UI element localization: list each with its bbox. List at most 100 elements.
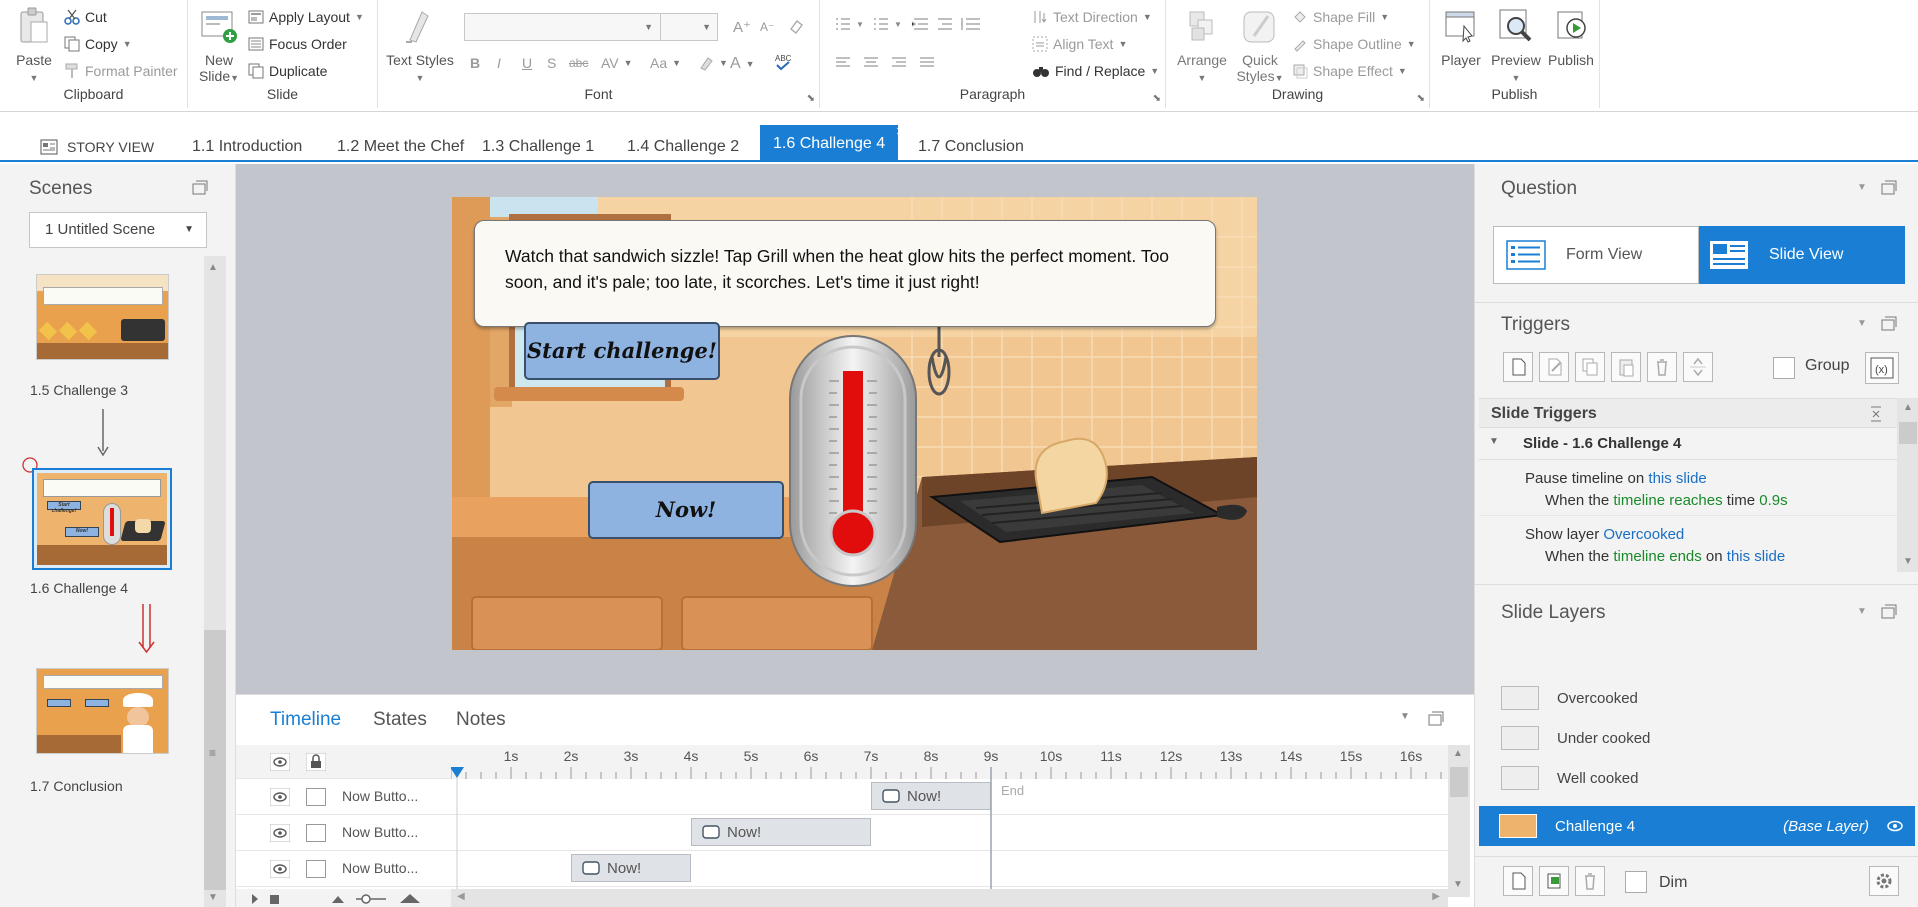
scroll-up-icon[interactable]: ▲ xyxy=(208,262,218,273)
underline-button[interactable]: U xyxy=(522,55,532,71)
timeline-object-bar[interactable]: Now! xyxy=(691,818,871,846)
new-slide-button[interactable]: New Slide▼ xyxy=(196,6,242,86)
tab-timeline[interactable]: Timeline xyxy=(270,709,341,731)
layer-settings-button[interactable] xyxy=(1869,866,1899,896)
question-collapse-icon[interactable]: ▼ xyxy=(1857,182,1867,193)
edit-trigger-button[interactable] xyxy=(1539,352,1569,382)
preview-button[interactable]: Preview ▼ xyxy=(1488,6,1544,86)
tab-meet-the-chef[interactable]: 1.2 Meet the Chef xyxy=(337,132,464,162)
timeline-scroll-up-icon[interactable]: ▲ xyxy=(1453,748,1463,759)
grow-font-button[interactable]: A⁺ xyxy=(733,18,751,36)
scenes-scrollbar-thumb[interactable] xyxy=(204,630,226,890)
slide-view-button[interactable]: Slide View xyxy=(1699,226,1905,284)
arrange-button[interactable]: Arrange ▼ xyxy=(1174,6,1230,86)
shape-outline-button[interactable]: Shape Outline ▼ xyxy=(1292,36,1416,52)
layers-collapse-icon[interactable]: ▼ xyxy=(1857,606,1867,617)
triggers-restore-icon[interactable] xyxy=(1881,316,1897,332)
duplicate-button[interactable]: Duplicate xyxy=(248,63,327,79)
delete-trigger-button[interactable] xyxy=(1647,352,1677,382)
font-size-select[interactable]: ▼ xyxy=(660,13,718,41)
shape-fill-button[interactable]: Shape Fill ▼ xyxy=(1292,9,1389,25)
quick-styles-button[interactable]: Quick Styles▼ xyxy=(1230,6,1290,86)
variables-button[interactable]: (x) xyxy=(1865,352,1899,384)
triggers-scroll-up-icon[interactable]: ▲ xyxy=(1903,402,1913,413)
trigger-show-layer[interactable]: Show layer Overcooked When the timeline … xyxy=(1479,516,1897,572)
expand-node-icon[interactable]: ▼ xyxy=(1489,436,1499,447)
text-styles-button[interactable]: Text Styles ▼ xyxy=(386,6,454,86)
text-direction-button[interactable]: Text Direction ▼ xyxy=(1032,9,1152,25)
tab-states[interactable]: States xyxy=(373,709,427,731)
lock-checkbox[interactable] xyxy=(306,860,326,878)
drawing-dialog-launcher-icon[interactable]: ⬊ xyxy=(1417,93,1425,104)
lock-header-icon[interactable] xyxy=(306,753,326,771)
timeline-restore-icon[interactable] xyxy=(1428,711,1444,727)
font-dialog-launcher-icon[interactable]: ⬊ xyxy=(807,93,815,104)
change-case-button[interactable]: Aa ▼ xyxy=(650,55,681,71)
bold-button[interactable]: B xyxy=(470,55,480,71)
tab-conclusion[interactable]: 1.7 Conclusion xyxy=(918,132,1024,162)
timeline-horizontal-scrollbar[interactable]: ◀ ▶ xyxy=(451,889,1448,907)
slide-thumb-challenge-4[interactable]: Start challenge! Now! xyxy=(32,468,172,570)
layer-under-cooked[interactable]: Under cooked xyxy=(1475,718,1899,758)
layer-visibility-icon[interactable] xyxy=(1887,819,1903,833)
slide-thumb-challenge-3[interactable] xyxy=(36,274,169,360)
format-painter-button[interactable]: Format Painter xyxy=(64,63,178,79)
timeline-vertical-scrollbar[interactable]: ▲ ▼ xyxy=(1448,745,1470,897)
start-challenge-button[interactable]: Start challenge! xyxy=(524,322,720,380)
eye-icon[interactable] xyxy=(270,788,290,806)
timeline-row[interactable]: Now Butto... Now! xyxy=(236,815,1448,851)
timeline-object-bar[interactable]: Now! xyxy=(871,782,991,810)
spell-check-button[interactable]: ABC xyxy=(774,52,792,72)
triggers-scroll-down-icon[interactable]: ▼ xyxy=(1903,556,1913,567)
shadow-button[interactable]: S xyxy=(547,55,556,71)
scene-select[interactable]: 1 Untitled Scene ▼ xyxy=(29,212,207,248)
new-trigger-button[interactable] xyxy=(1503,352,1533,382)
layer-overcooked[interactable]: Overcooked xyxy=(1475,678,1899,718)
tab-notes[interactable]: Notes xyxy=(456,709,506,731)
lock-checkbox[interactable] xyxy=(306,824,326,842)
slide-thumb-conclusion[interactable] xyxy=(36,668,169,754)
timeline-scrollbar-thumb[interactable] xyxy=(1450,767,1468,797)
trigger-pause-timeline[interactable]: Pause timeline on this slide When the ti… xyxy=(1479,460,1897,516)
now-button[interactable]: Now! xyxy=(588,481,784,539)
timeline-collapse-icon[interactable]: ▼ xyxy=(1400,711,1410,722)
delete-layer-button[interactable] xyxy=(1575,866,1605,896)
triggers-collapse-icon[interactable]: ▼ xyxy=(1857,318,1867,329)
shape-effect-button[interactable]: Shape Effect ▼ xyxy=(1292,63,1407,79)
layer-base-challenge-4[interactable]: Challenge 4 (Base Layer) xyxy=(1479,806,1915,846)
find-replace-button[interactable]: Find / Replace ▼ xyxy=(1032,63,1159,79)
font-family-select[interactable]: ▼ xyxy=(464,13,662,41)
tab-challenge-1[interactable]: 1.3 Challenge 1 xyxy=(482,132,594,162)
time-ruler[interactable]: 1s 2s 3s 4s 5s 6s 7s 8s 9s 10s 11s 12s 13s 14s 15s 16s xyxy=(451,745,1448,779)
triggers-scrollbar-thumb[interactable] xyxy=(1899,422,1917,444)
tab-challenge-2[interactable]: 1.4 Challenge 2 xyxy=(627,132,739,162)
paragraph-dialog-launcher-icon[interactable]: ⬊ xyxy=(1153,93,1161,104)
triggers-scrollbar[interactable]: ▲ ▼ xyxy=(1897,398,1918,572)
move-trigger-button[interactable] xyxy=(1683,352,1713,382)
paste-button[interactable]: Paste ▼ xyxy=(8,6,60,86)
copy-button[interactable]: Copy ▼ xyxy=(64,36,132,52)
visibility-header-icon[interactable] xyxy=(270,753,290,771)
strikethrough-button[interactable]: abc xyxy=(569,56,588,70)
timeline-scroll-left-icon[interactable]: ◀ xyxy=(457,891,465,902)
timeline-object-bar[interactable]: Now! xyxy=(571,854,691,882)
question-restore-icon[interactable] xyxy=(1881,180,1897,196)
form-view-button[interactable]: Form View xyxy=(1493,226,1699,284)
eye-icon[interactable] xyxy=(270,860,290,878)
align-text-button[interactable]: Align Text ▼ xyxy=(1032,36,1127,52)
collapse-all-icon[interactable] xyxy=(1869,406,1883,422)
apply-layout-button[interactable]: Apply Layout ▼ xyxy=(248,9,364,25)
timeline-scroll-right-icon[interactable]: ▶ xyxy=(1432,891,1440,902)
tab-challenge-4[interactable]: 1.6 Challenge 4 xyxy=(760,125,899,162)
layers-restore-icon[interactable] xyxy=(1881,604,1897,620)
eye-icon[interactable] xyxy=(270,824,290,842)
playback-zoom-icons[interactable] xyxy=(248,891,448,907)
new-layer-button[interactable] xyxy=(1503,866,1533,896)
character-spacing-button[interactable]: AV ▼ xyxy=(601,55,633,71)
focus-order-button[interactable]: Focus Order xyxy=(248,36,347,52)
paste-trigger-button[interactable] xyxy=(1611,352,1641,382)
tab-introduction[interactable]: 1.1 Introduction xyxy=(192,132,302,162)
panel-restore-icon[interactable] xyxy=(192,180,208,196)
copy-trigger-button[interactable] xyxy=(1575,352,1605,382)
timeline-row[interactable]: Now Butto... Now! xyxy=(236,851,1448,887)
